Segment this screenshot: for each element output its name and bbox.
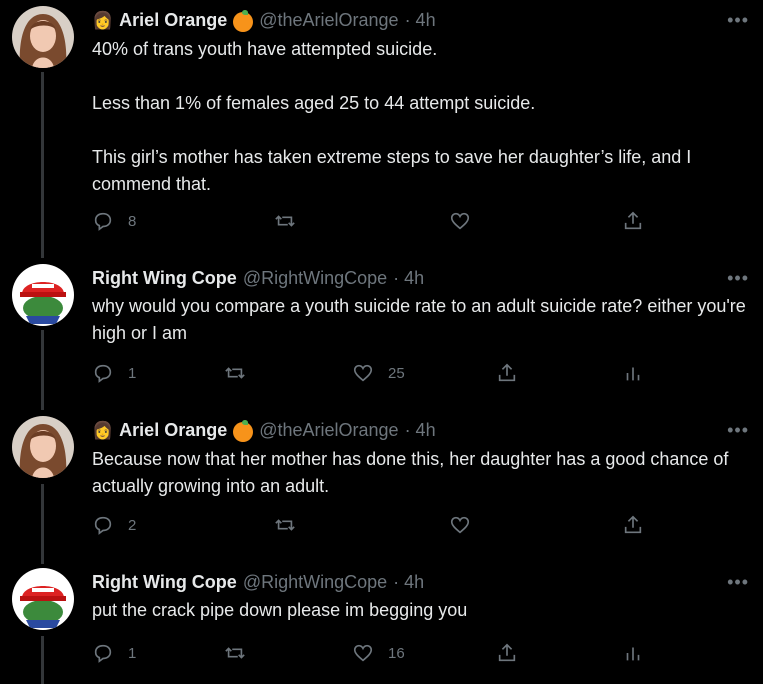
tweet-header: Right Wing Cope @RightWingCope · 4h	[92, 268, 424, 289]
share-button[interactable]	[496, 642, 518, 664]
share-icon	[624, 211, 642, 230]
share-button[interactable]	[622, 210, 644, 232]
tweet-text: why would you compare a youth suicide ra…	[92, 296, 746, 343]
display-name[interactable]: Ariel Orange	[119, 420, 227, 441]
avatar-ariel[interactable]	[12, 416, 74, 478]
analytics-icon	[626, 367, 640, 381]
retweet-button[interactable]	[274, 210, 296, 232]
tweet-actions: 2	[92, 514, 652, 538]
like-button[interactable]	[449, 210, 471, 232]
timestamp[interactable]: · 4h	[393, 572, 424, 593]
tweet-actions: 1 16	[92, 642, 652, 666]
more-icon[interactable]: •••	[727, 268, 749, 289]
reply-button[interactable]: 8	[92, 210, 136, 232]
tweet[interactable]: Right Wing Cope @RightWingCope · 4h ••• …	[0, 562, 763, 684]
handle[interactable]: @RightWingCope	[243, 268, 387, 289]
like-count: 25	[388, 364, 405, 382]
tweet[interactable]: 👩 Ariel Orange @theArielOrange · 4h ••• …	[0, 0, 763, 250]
heart-icon	[353, 364, 373, 382]
tweet-actions: 8	[92, 210, 652, 234]
reply-count: 8	[128, 212, 137, 230]
retweet-icon	[275, 519, 295, 531]
reply-button[interactable]: 1	[92, 362, 136, 384]
more-icon[interactable]: •••	[727, 10, 749, 31]
tweet-text: Because now that her mother has done thi…	[92, 449, 729, 496]
tweet[interactable]: Right Wing Cope @RightWingCope · 4h ••• …	[0, 258, 763, 408]
heart-icon	[353, 644, 373, 662]
like-button[interactable]: 16	[352, 642, 405, 664]
retweet-button[interactable]	[224, 642, 246, 664]
more-icon[interactable]: •••	[727, 572, 749, 593]
more-icon[interactable]: •••	[727, 420, 749, 441]
reply-button[interactable]: 2	[92, 514, 136, 536]
retweet-icon	[275, 215, 295, 227]
avatar-rightwingcope[interactable]	[12, 264, 74, 326]
tweet-text: put the crack pipe down please im beggin…	[92, 600, 468, 620]
display-name[interactable]: Right Wing Cope	[92, 268, 237, 289]
person-emoji-icon: 👩	[92, 420, 114, 440]
tweet-actions: 1 25	[92, 362, 652, 386]
share-button[interactable]	[622, 514, 644, 536]
analytics-icon	[626, 647, 640, 661]
orange-emoji-icon	[233, 419, 254, 442]
reply-count: 2	[128, 516, 137, 534]
retweet-button[interactable]	[224, 362, 246, 384]
tweet-text: 40% of trans youth have attempted suicid…	[92, 39, 692, 194]
handle[interactable]: @theArielOrange	[259, 420, 398, 441]
handle[interactable]: @RightWingCope	[243, 572, 387, 593]
like-count: 16	[388, 644, 405, 662]
like-button[interactable]	[449, 514, 471, 536]
heart-icon	[450, 516, 470, 534]
tweet-header: Right Wing Cope @RightWingCope · 4h	[92, 572, 424, 593]
heart-icon	[450, 212, 470, 230]
reply-icon	[94, 212, 112, 231]
timestamp[interactable]: · 4h	[405, 420, 436, 441]
handle[interactable]: @theArielOrange	[259, 10, 398, 31]
avatar-ariel[interactable]	[12, 6, 74, 68]
reply-icon	[94, 516, 112, 535]
reply-icon	[94, 644, 112, 663]
timestamp[interactable]: · 4h	[405, 10, 436, 31]
timestamp[interactable]: · 4h	[393, 268, 424, 289]
reply-count: 1	[128, 364, 137, 382]
tweet-header: 👩 Ariel Orange @theArielOrange · 4h	[92, 419, 436, 442]
retweet-icon	[225, 367, 245, 379]
retweet-button[interactable]	[274, 514, 296, 536]
reply-button[interactable]: 1	[92, 642, 136, 664]
share-button[interactable]	[496, 362, 518, 384]
share-icon	[498, 363, 516, 382]
share-icon	[498, 643, 516, 662]
person-emoji-icon: 👩	[92, 10, 114, 30]
orange-emoji-icon	[233, 9, 254, 32]
avatar-rightwingcope[interactable]	[12, 568, 74, 630]
reply-count: 1	[128, 644, 137, 662]
reply-icon	[94, 364, 112, 383]
display-name[interactable]: Right Wing Cope	[92, 572, 237, 593]
share-icon	[624, 515, 642, 534]
tweet-header: 👩 Ariel Orange @theArielOrange · 4h	[92, 9, 436, 32]
display-name[interactable]: Ariel Orange	[119, 10, 227, 31]
like-button[interactable]: 25	[352, 362, 405, 384]
analytics-button[interactable]	[622, 362, 644, 384]
retweet-icon	[225, 647, 245, 659]
tweet[interactable]: 👩 Ariel Orange @theArielOrange · 4h ••• …	[0, 410, 763, 560]
analytics-button[interactable]	[622, 642, 644, 664]
